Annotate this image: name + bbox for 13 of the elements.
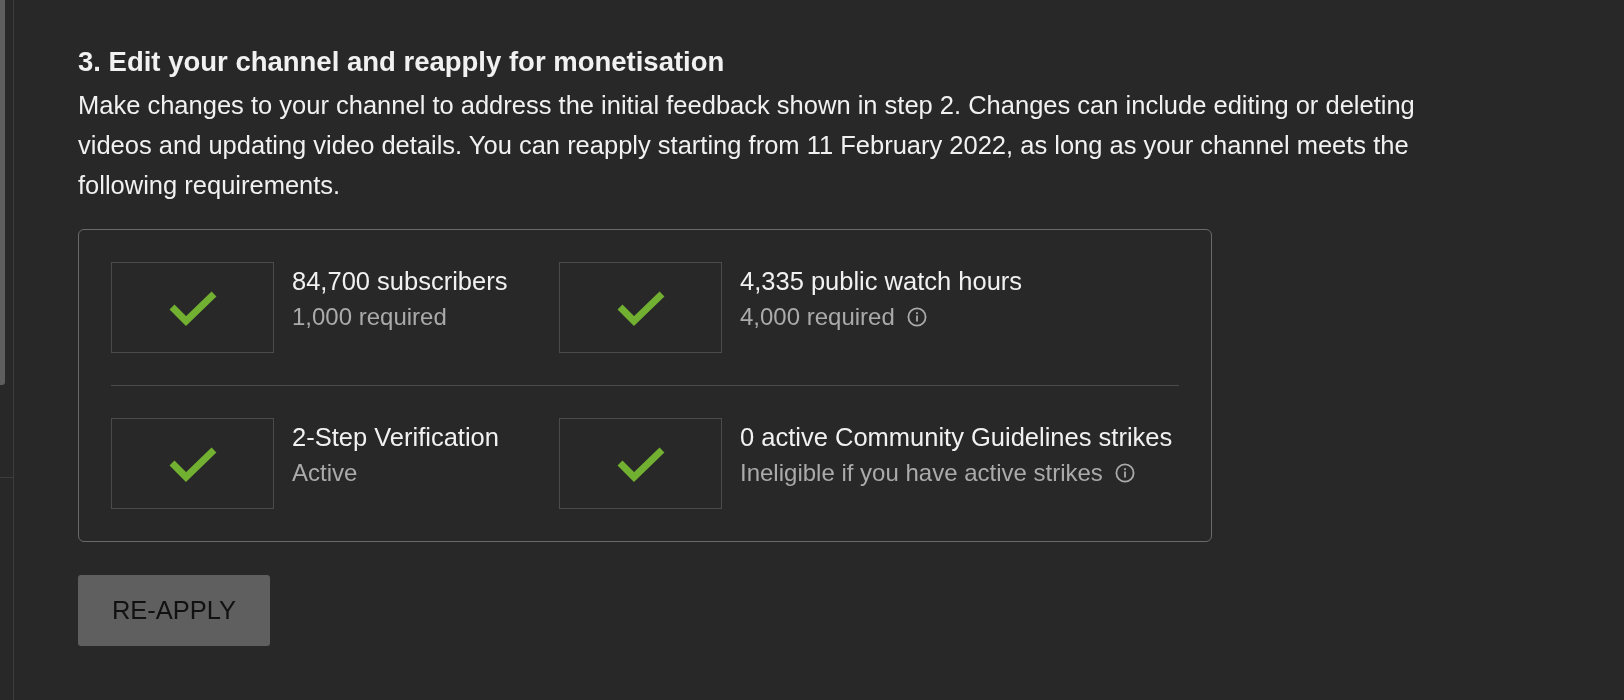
info-icon[interactable] bbox=[906, 307, 927, 327]
scrollbar-thumb[interactable] bbox=[0, 0, 5, 385]
info-icon[interactable] bbox=[1114, 463, 1135, 483]
requirement-title: 2-Step Verification bbox=[292, 422, 499, 452]
requirement-title: 84,700 subscribers bbox=[292, 266, 508, 296]
requirement-title: 4,335 public watch hours bbox=[740, 266, 1023, 296]
requirement-title: 0 active Community Guidelines strikes bbox=[740, 422, 1173, 452]
requirement-detail: Active bbox=[292, 458, 358, 488]
section-heading: 3. Edit your channel and reapply for monetisation bbox=[78, 45, 725, 79]
requirement-detail: 4,000 required bbox=[740, 302, 895, 332]
requirement-detail: Ineligible if you have active strikes bbox=[740, 458, 1103, 488]
requirement-detail: 1,000 required bbox=[292, 302, 447, 332]
description-text: Make changes to your channel to address the initial feedback shown in step 2. Changes can include editing or deleting videos and updating video details. You can reapply starting from 11 February 2022, as long as your channel meets the following requirements. bbox=[78, 90, 1416, 201]
